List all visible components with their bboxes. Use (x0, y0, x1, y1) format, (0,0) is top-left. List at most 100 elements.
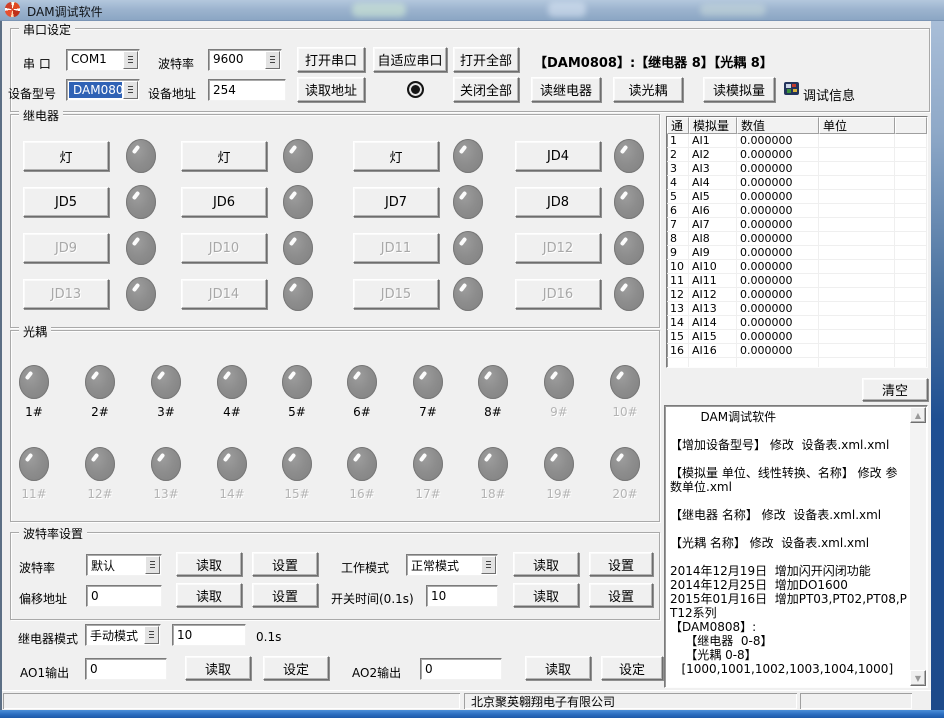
relay-button-15[interactable]: JD15 (353, 279, 439, 309)
combo-dropdown-icon[interactable] (265, 51, 280, 69)
table-cell (895, 274, 927, 287)
scroll-up-icon[interactable]: ▲ (910, 407, 926, 423)
analog-col-header-2[interactable]: 模拟量 (689, 117, 737, 134)
adaptive-serial-button[interactable]: 自适应串口 (373, 47, 447, 72)
baud-rate-label: 波特率 (158, 55, 194, 72)
relay-button-10[interactable]: JD10 (181, 233, 267, 263)
opto-led-1 (19, 365, 49, 399)
close-all-button[interactable]: 关闭全部 (453, 77, 519, 102)
relay-mode-time-input[interactable] (172, 624, 246, 646)
switch-time-input[interactable] (426, 585, 498, 607)
relay-button-14[interactable]: JD14 (181, 279, 267, 309)
combo-dropdown-icon[interactable] (123, 81, 138, 99)
relay-button-4[interactable]: JD4 (515, 141, 601, 171)
comm-status-indicator (407, 81, 424, 98)
relay-button-2[interactable]: 灯 (181, 141, 267, 171)
info-line-2 (670, 424, 909, 438)
read-analog-button[interactable]: 读模拟量 (703, 77, 775, 102)
relay-button-6[interactable]: JD6 (181, 187, 267, 217)
ao1-set-button[interactable]: 设定 (263, 656, 329, 680)
baud-rate-combobox[interactable]: 9600 (208, 49, 282, 71)
info-line-6 (670, 494, 909, 508)
ao2-read-button[interactable]: 读取 (525, 656, 591, 680)
device-address-input[interactable] (208, 79, 286, 101)
table-cell (819, 358, 895, 368)
relay-button-11[interactable]: JD11 (353, 233, 439, 263)
baud-cfg-combobox[interactable]: 默认 (86, 554, 162, 576)
device-model-label: 设备型号 (8, 85, 56, 102)
table-cell (895, 288, 927, 301)
table-row-1: 1AI10.000000 (667, 134, 927, 148)
read-opto-button[interactable]: 读光耦 (613, 77, 683, 102)
table-cell: 0.000000 (737, 316, 819, 329)
table-cell: 9 (667, 246, 689, 259)
table-row-4: 4AI40.000000 (667, 176, 927, 190)
relay-led-16 (614, 277, 644, 311)
switch-time-read-button[interactable]: 读取 (513, 583, 579, 607)
offset-set-button[interactable]: 设置 (252, 583, 318, 607)
work-mode-combobox[interactable]: 正常模式 (406, 554, 498, 576)
clear-button[interactable]: 清空 (862, 378, 928, 401)
opto-led-18 (478, 447, 508, 481)
opto-label-18: 18# (471, 487, 515, 501)
relay-button-12[interactable]: JD12 (515, 233, 601, 263)
offset-address-input[interactable] (86, 585, 162, 607)
read-address-button[interactable]: 读取地址 (297, 77, 365, 102)
table-cell (819, 176, 895, 189)
open-all-button[interactable]: 打开全部 (453, 47, 519, 72)
relay-mode-combobox[interactable]: 手动模式 (85, 624, 161, 646)
analog-col-header-5[interactable] (895, 117, 927, 134)
relay-led-9 (126, 231, 156, 265)
table-cell (895, 176, 927, 189)
combo-dropdown-icon[interactable] (145, 556, 160, 574)
info-panel-scrollbar[interactable]: ▲ ▼ (910, 407, 926, 686)
combo-dropdown-icon[interactable] (481, 556, 496, 574)
opto-led-5 (282, 365, 312, 399)
ao1-read-button[interactable]: 读取 (185, 656, 251, 680)
analog-col-header-3[interactable]: 数值 (737, 117, 819, 134)
ao1-input[interactable] (85, 658, 167, 680)
baud-read-button[interactable]: 读取 (176, 552, 242, 576)
relay-button-13[interactable]: JD13 (23, 279, 109, 309)
device-model-combobox[interactable]: DAM0808 (66, 79, 140, 101)
info-line-17: [1000,1001,1002,1003,1004,1000] (670, 662, 909, 676)
baud-set-button[interactable]: 设置 (252, 552, 318, 576)
relay-button-1[interactable]: 灯 (23, 141, 109, 171)
relay-button-16[interactable]: JD16 (515, 279, 601, 309)
analog-col-header-4[interactable]: 单位 (819, 117, 895, 134)
switch-time-set-button[interactable]: 设置 (589, 583, 653, 607)
work-mode-set-button[interactable]: 设置 (589, 552, 653, 576)
baud-cfg-label: 波特率 (19, 559, 55, 576)
table-cell: 1 (667, 134, 689, 147)
offset-read-button[interactable]: 读取 (176, 583, 242, 607)
combo-dropdown-icon[interactable] (123, 51, 138, 69)
relay-button-9[interactable]: JD9 (23, 233, 109, 263)
ao2-set-button[interactable]: 设定 (601, 656, 663, 680)
combo-dropdown-icon[interactable] (144, 626, 159, 644)
analog-col-header-1[interactable]: 通 (667, 117, 689, 134)
table-row-12: 12AI120.000000 (667, 288, 927, 302)
relay-button-3[interactable]: 灯 (353, 141, 439, 171)
relay-button-5[interactable]: JD5 (23, 187, 109, 217)
work-mode-read-button[interactable]: 读取 (513, 552, 579, 576)
relay-mode-value: 手动模式 (86, 625, 143, 645)
table-cell: AI1 (689, 134, 737, 147)
read-relay-button[interactable]: 读继电器 (531, 77, 601, 102)
table-cell (895, 246, 927, 259)
company-name: 北京聚英翱翔电子有限公司 (471, 693, 615, 709)
opto-label-9: 9# (537, 405, 581, 419)
opto-label-5: 5# (275, 405, 319, 419)
table-cell: AI9 (689, 246, 737, 259)
relay-button-8[interactable]: JD8 (515, 187, 601, 217)
table-row-9: 9AI90.000000 (667, 246, 927, 260)
relay-button-7[interactable]: JD7 (353, 187, 439, 217)
opto-led-12 (85, 447, 115, 481)
titlebar-glass-artifact (700, 4, 766, 16)
open-serial-button[interactable]: 打开串口 (297, 47, 365, 72)
serial-port-combobox[interactable]: COM1 (66, 49, 140, 71)
table-cell (895, 344, 927, 357)
info-line-13: 2015年01月16日 增加PT03,PT02,PT08,PT12系列 (670, 592, 909, 620)
scroll-down-icon[interactable]: ▼ (910, 670, 926, 686)
table-cell: AI7 (689, 218, 737, 231)
ao2-input[interactable] (420, 658, 502, 680)
